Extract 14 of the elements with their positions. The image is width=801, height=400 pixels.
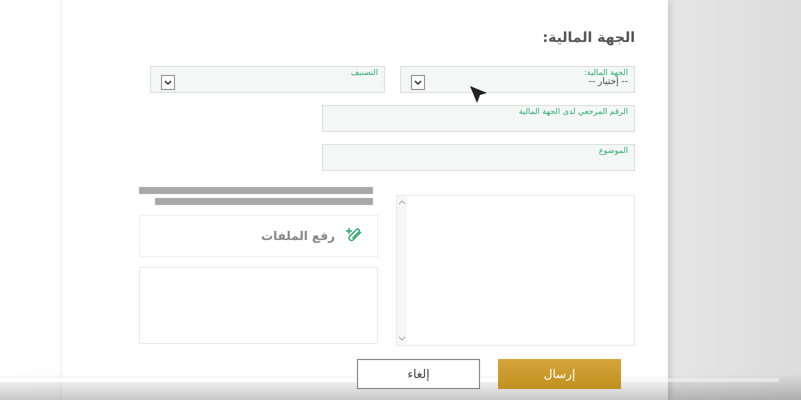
cancel-button[interactable]: إلغاء <box>357 359 480 389</box>
input-field[interactable]: الموضوع <box>322 144 635 171</box>
scrollbar[interactable] <box>397 196 407 345</box>
input-field[interactable]: الرقم المرجعي لدى الجهة المالية <box>322 105 635 132</box>
scroll-up-icon[interactable] <box>398 200 406 205</box>
select-field[interactable]: التصنيف <box>150 66 385 93</box>
text-area[interactable] <box>396 195 635 346</box>
form-title: الجهة المالية: <box>542 30 635 46</box>
dropdown-caret-icon[interactable] <box>161 75 175 90</box>
send-button[interactable]: إرسال <box>498 359 621 389</box>
dropdown-caret-icon[interactable] <box>411 75 425 90</box>
upload-button[interactable]: رفع الملفات <box>139 215 378 257</box>
select-field[interactable]: الجهة المالية: -- إختيار -- <box>400 66 635 93</box>
scroll-down-icon[interactable] <box>398 336 406 341</box>
